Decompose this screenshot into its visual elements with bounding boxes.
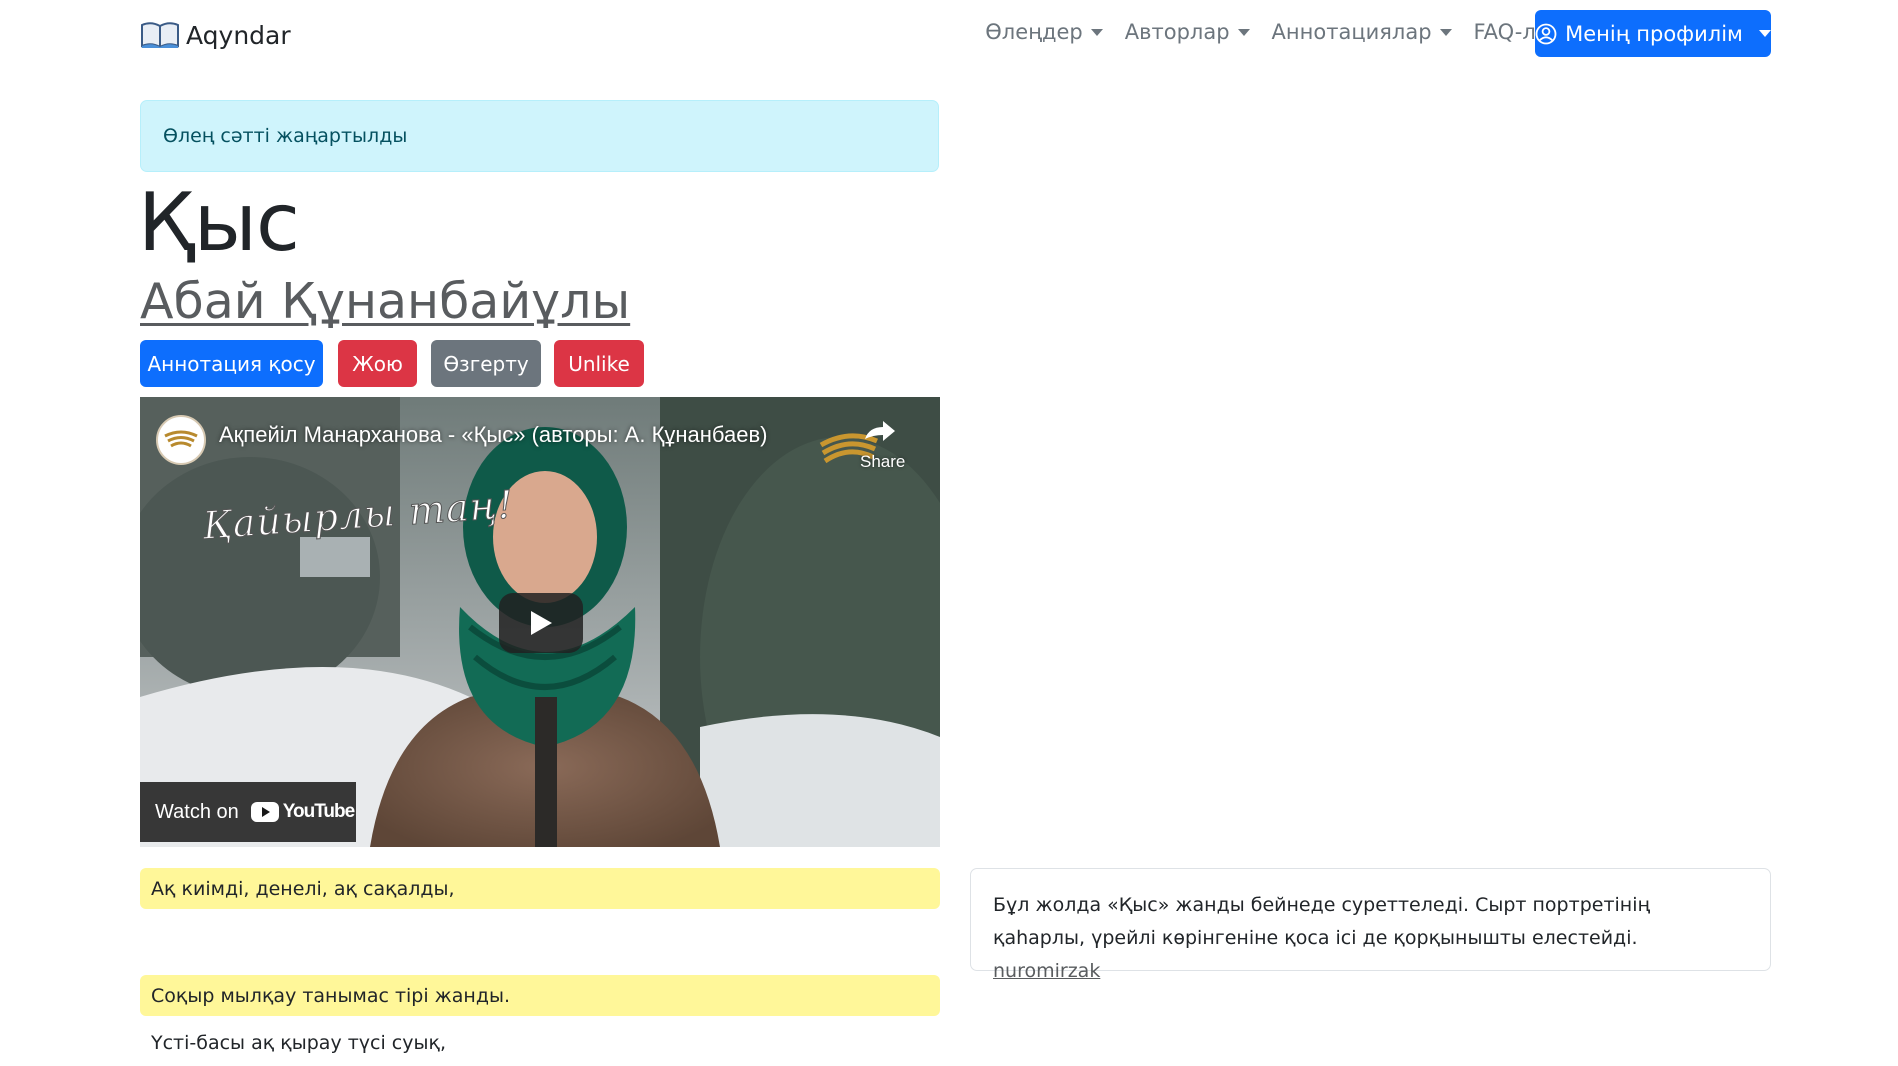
delete-button[interactable]: Жою [338, 340, 417, 387]
poem-line-text: Ақ киімді, денелі, ақ сақалды, [151, 877, 455, 900]
success-alert: Өлең сәтті жаңартылды [140, 100, 939, 172]
poem-line: Үсті-басы ақ қырау түсі суық, [140, 1022, 940, 1063]
play-icon [531, 611, 552, 635]
caret-down-icon [1090, 28, 1103, 36]
caret-down-icon [1237, 28, 1250, 36]
edit-button[interactable]: Өзгерту [431, 340, 541, 387]
nav-links: Өлеңдер Авторлар Аннотациялар FAQ-лар [985, 20, 1562, 44]
share-label[interactable]: Share [860, 452, 905, 472]
nav-item-label: Аннотациялар [1271, 20, 1432, 44]
annotation-author-link[interactable]: nuromirzak [993, 960, 1100, 982]
open-book-icon [140, 21, 180, 49]
poem-author-link[interactable]: Абай Құнанбайұлы [140, 272, 630, 332]
nav-item-label: Өлеңдер [985, 20, 1083, 44]
poem-title: Қыс [138, 176, 300, 269]
poem-line-text: Соқыр мылқау танымас тірі жанды. [151, 984, 511, 1007]
youtube-logo: YouTube [250, 801, 355, 823]
nav-item-label: Авторлар [1124, 20, 1230, 44]
brand-link[interactable]: Aqyndar [140, 18, 291, 52]
unlike-button[interactable]: Unlike [554, 340, 644, 387]
poem-line-text: Үсті-басы ақ қырау түсі суық, [151, 1031, 447, 1054]
youtube-play-icon [250, 802, 279, 822]
add-annotation-button[interactable]: Аннотация қосу [140, 340, 323, 387]
watch-on-label: Watch on [155, 800, 239, 823]
youtube-embed[interactable]: Ақпейіл Манарханова - «Қыс» (авторы: А. … [140, 397, 940, 847]
watch-on-youtube-button[interactable]: Watch on YouTube [140, 782, 356, 842]
video-title[interactable]: Ақпейіл Манарханова - «Қыс» (авторы: А. … [219, 422, 768, 448]
alert-message: Өлең сәтті жаңартылды [163, 125, 408, 147]
nav-item-annotations[interactable]: Аннотациялар [1272, 20, 1452, 44]
brand-name: Aqyndar [186, 20, 291, 50]
caret-down-icon [1439, 28, 1452, 36]
poem-line-annotated[interactable]: Соқыр мылқау танымас тірі жанды. [140, 975, 940, 1016]
navbar: Aqyndar Өлеңдер Авторлар Аннотациялар FA… [0, 0, 1898, 70]
play-button[interactable] [499, 593, 583, 653]
annotation-text: Бұл жолда «Қыс» жанды бейнеде суреттелед… [993, 894, 1651, 949]
channel-logo[interactable] [156, 415, 206, 465]
nav-item-authors[interactable]: Авторлар [1125, 20, 1250, 44]
user-circle-icon [1535, 23, 1557, 45]
caret-down-icon [1758, 30, 1771, 37]
nav-item-poems[interactable]: Өлеңдер [985, 20, 1103, 44]
poem-line-annotated[interactable]: Ақ киімді, денелі, ақ сақалды, [140, 868, 940, 909]
annotation-card: Бұл жолда «Қыс» жанды бейнеде суреттелед… [970, 868, 1771, 982]
profile-label: Менің профилім [1565, 21, 1743, 46]
youtube-label: YouTube [282, 801, 355, 822]
profile-dropdown-button[interactable]: Менің профилім [1535, 10, 1771, 57]
